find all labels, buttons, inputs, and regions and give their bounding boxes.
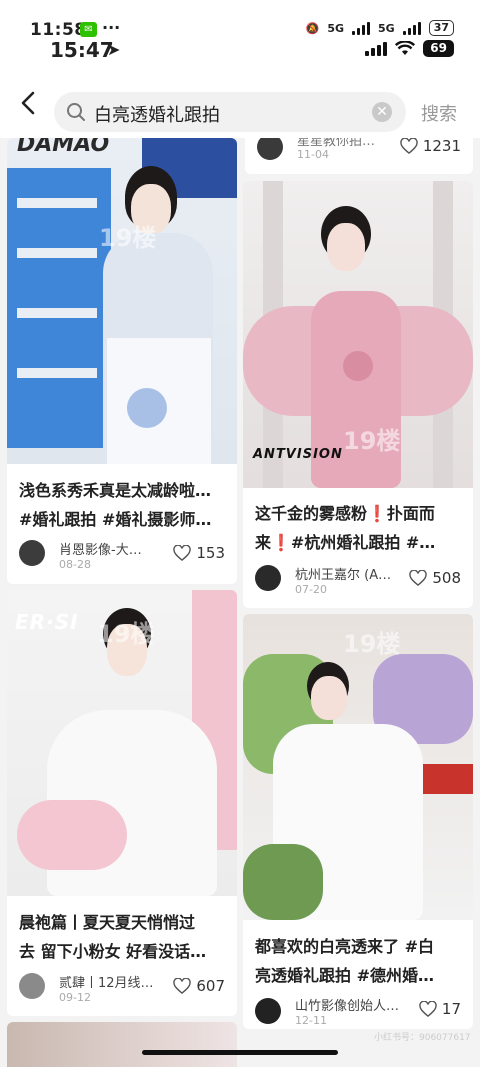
author-avatar [19,973,45,999]
author-avatar [255,565,281,591]
wechat-icon: ✉ [80,22,97,37]
note-date: 12-11 [295,1014,327,1027]
battery-main: 69 [423,40,454,57]
like-count[interactable]: 153 [173,544,225,562]
mute-icon: 🔕 [305,21,320,35]
status-bar: 11:58 ✉ ··· 15:47 ➤ 🔕 5G 5G 37 69 [0,0,480,70]
heart-icon [419,1001,437,1017]
heart-icon [173,545,192,561]
like-count[interactable]: 1231 [400,138,461,155]
results-feed: 星星教你拍… 11-04 1231 DAMAO 19楼 浅色系秀禾真是太减龄啦…… [0,138,480,1067]
clear-icon[interactable]: ✕ [372,102,392,122]
note-title: 晨袍篇丨夏天夏天悄悄过 去 留下小粉女 好看没话… [19,913,207,961]
note-date: 07-20 [295,583,327,596]
search-icon [67,103,85,121]
note-title: 浅色系秀禾真是太减龄啦… #婚礼跟拍 #婚礼摄影师… [19,481,212,529]
faint-note-id: 小红书号：906077617 [374,1033,471,1043]
watermark: 19楼 [97,620,155,648]
note-cover-image: ER·SI 19楼 [7,590,237,896]
author-name: 山竹影像创始人… [295,999,400,1014]
cell-signal-icon [365,41,388,56]
heart-icon [409,570,428,586]
network-label-2: 5G [378,21,395,35]
brand-mark: DAMAO [17,138,110,157]
signal-icon [352,21,370,35]
author-name: 肖恩影像-大… [59,543,142,558]
battery-small: 37 [428,20,454,36]
like-count[interactable]: 17 [419,1000,461,1018]
network-label-1: 5G [327,21,344,35]
heart-icon [400,138,418,154]
author-avatar [19,540,45,566]
location-arrow-icon: ➤ [107,40,121,59]
note-card-partial[interactable] [7,1022,237,1067]
note-date: 09-12 [59,991,91,1004]
note-title: 这千金的雾感粉❗扑面而 来❗#杭州婚礼跟拍 #… [255,504,436,552]
note-cover-image: DAMAO 19楼 [7,138,237,464]
status-time-small: 11:58 [30,20,87,40]
note-card[interactable]: ANTVISION 19楼 这千金的雾感粉❗扑面而 来❗#杭州婚礼跟拍 #… 杭… [243,181,473,608]
heart-icon [173,978,192,994]
author-name: 杭州王嘉尔 (A… [295,568,392,583]
note-date: 11-04 [297,148,329,161]
note-card[interactable]: DAMAO 19楼 浅色系秀禾真是太减龄啦… #婚礼跟拍 #婚礼摄影师… 肖恩影… [7,138,237,584]
signal-icon-2 [402,21,421,35]
author-avatar [257,138,283,160]
back-arrow-icon[interactable] [14,88,44,118]
watermark: 19楼 [99,224,157,252]
home-indicator[interactable] [142,1050,338,1055]
wifi-icon [395,41,416,55]
like-count[interactable]: 607 [173,977,225,995]
brand-mark: ER·SI [15,610,79,634]
note-card[interactable]: ER·SI 19楼 晨袍篇丨夏天夏天悄悄过 去 留下小粉女 好看没话… 贰肆丨1… [7,590,237,1016]
watermark: 19楼 [343,630,401,658]
brand-mark: ANTVISION [253,447,343,462]
status-right-bottom: 69 [365,40,454,57]
search-input[interactable]: 白亮透婚礼跟拍 ✕ [54,92,406,132]
more-status-dots: ··· [102,18,121,37]
like-count[interactable]: 508 [409,569,461,587]
search-button[interactable]: 搜索 [421,100,457,126]
note-cover-image: 19楼 [243,614,473,920]
search-query: 白亮透婚礼跟拍 [94,105,220,126]
status-right-top: 🔕 5G 5G 37 [306,20,454,36]
note-cover-image: ANTVISION 19楼 [243,181,473,488]
search-header: 白亮透婚礼跟拍 ✕ 搜索 [0,70,480,138]
watermark: 19楼 [343,427,401,455]
author-avatar [255,998,281,1024]
status-time-main: 15:47 [50,38,114,62]
note-date: 08-28 [59,558,91,571]
note-title: 都喜欢的白亮透来了 #白 亮透婚礼跟拍 #德州婚… [255,937,434,985]
note-card[interactable]: 19楼 都喜欢的白亮透来了 #白 亮透婚礼跟拍 #德州婚… 山竹影像创始人… 1… [243,614,473,1029]
author-name: 贰肆丨12月线… [59,976,154,991]
note-card-partial[interactable]: 星星教你拍… 11-04 1231 [245,138,473,174]
